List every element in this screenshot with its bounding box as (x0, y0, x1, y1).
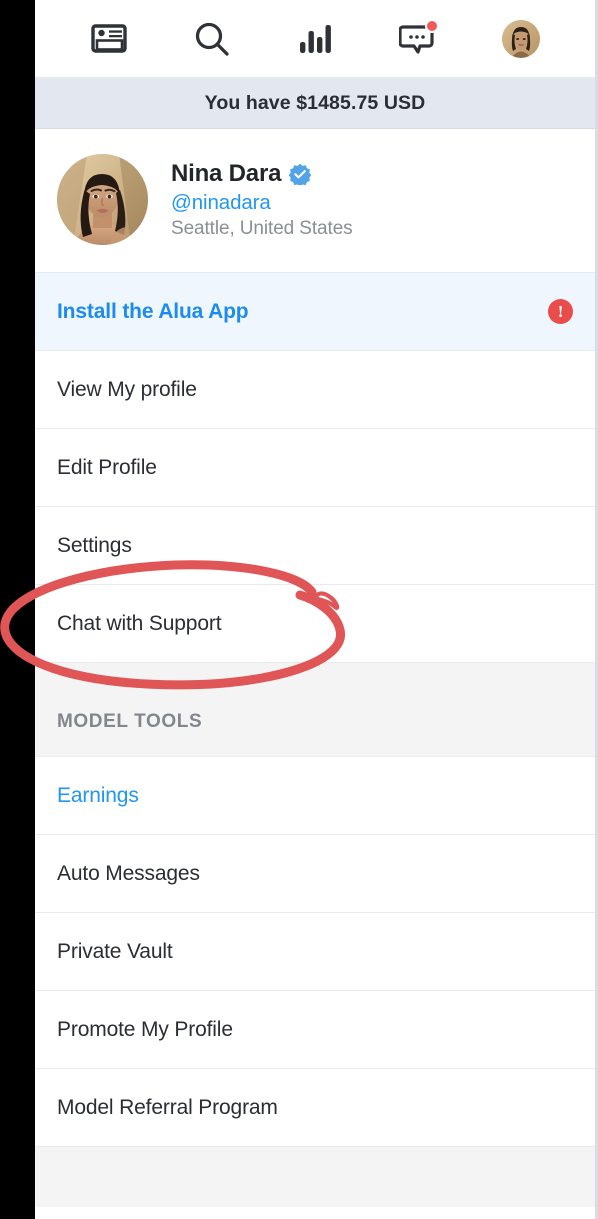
menu-item-label: Earnings (57, 783, 139, 807)
messages-icon[interactable] (387, 14, 449, 64)
verified-badge-icon (289, 163, 312, 185)
profile-avatar-image (57, 154, 148, 245)
profile-handle[interactable]: @ninadara (171, 191, 353, 215)
menu-item-settings[interactable]: Settings (35, 507, 595, 585)
section-spacer (35, 663, 595, 711)
menu-item-label: Promote My Profile (57, 1017, 233, 1041)
alert-icon: ! (548, 299, 573, 324)
menu-item-label: Model Referral Program (57, 1095, 278, 1119)
feed-icon[interactable] (78, 14, 140, 64)
phone-screenshot: You have $1485.75 USD Nina Dara @ninadar… (0, 0, 598, 1219)
profile-avatar (57, 154, 148, 245)
menu-item-auto-messages[interactable]: Auto Messages (35, 835, 595, 913)
balance-banner: You have $1485.75 USD (35, 78, 595, 129)
section-header-label: MODEL TOOLS (57, 711, 203, 732)
search-icon-glyph (195, 22, 229, 56)
feed-icon-glyph (90, 24, 127, 53)
menu-item-label: Auto Messages (57, 861, 200, 885)
menu-item-chat-with-support[interactable]: Chat with Support (35, 585, 595, 663)
install-app-label: Install the Alua App (57, 299, 249, 323)
stats-icon-glyph (299, 24, 331, 53)
avatar (502, 19, 541, 58)
app-viewport: You have $1485.75 USD Nina Dara @ninadar… (35, 0, 598, 1219)
menu-item-label: Edit Profile (57, 455, 157, 479)
menu-item-model-referral-program[interactable]: Model Referral Program (35, 1069, 595, 1147)
install-app-row[interactable]: Install the Alua App ! (35, 273, 595, 351)
menu-item-view-my-profile[interactable]: View My profile (35, 351, 595, 429)
top-navigation-bar (35, 0, 595, 78)
balance-text: You have $1485.75 USD (204, 91, 426, 114)
menu-item-label: Chat with Support (57, 611, 222, 635)
menu-item-label: View My profile (57, 377, 197, 401)
profile-location: Seattle, United States (171, 217, 353, 239)
nav-avatar-button[interactable] (490, 14, 552, 64)
avatar-image (502, 19, 541, 58)
unread-badge-dot (425, 18, 440, 33)
profile-summary[interactable]: Nina Dara @ninadara Seattle, United Stat… (35, 129, 595, 273)
section-header-model-tools: MODEL TOOLS (35, 711, 595, 757)
search-icon[interactable] (181, 14, 243, 64)
profile-name-row: Nina Dara (171, 160, 353, 188)
bottom-filler (35, 1147, 595, 1207)
menu-item-label: Private Vault (57, 939, 173, 963)
profile-name: Nina Dara (171, 159, 282, 187)
menu-item-label: Settings (57, 533, 132, 557)
profile-info: Nina Dara @ninadara Seattle, United Stat… (171, 160, 353, 240)
menu-item-promote-my-profile[interactable]: Promote My Profile (35, 991, 595, 1069)
menu-item-earnings[interactable]: Earnings (35, 757, 595, 835)
menu-item-edit-profile[interactable]: Edit Profile (35, 429, 595, 507)
stats-icon[interactable] (284, 14, 346, 64)
menu-item-private-vault[interactable]: Private Vault (35, 913, 595, 991)
